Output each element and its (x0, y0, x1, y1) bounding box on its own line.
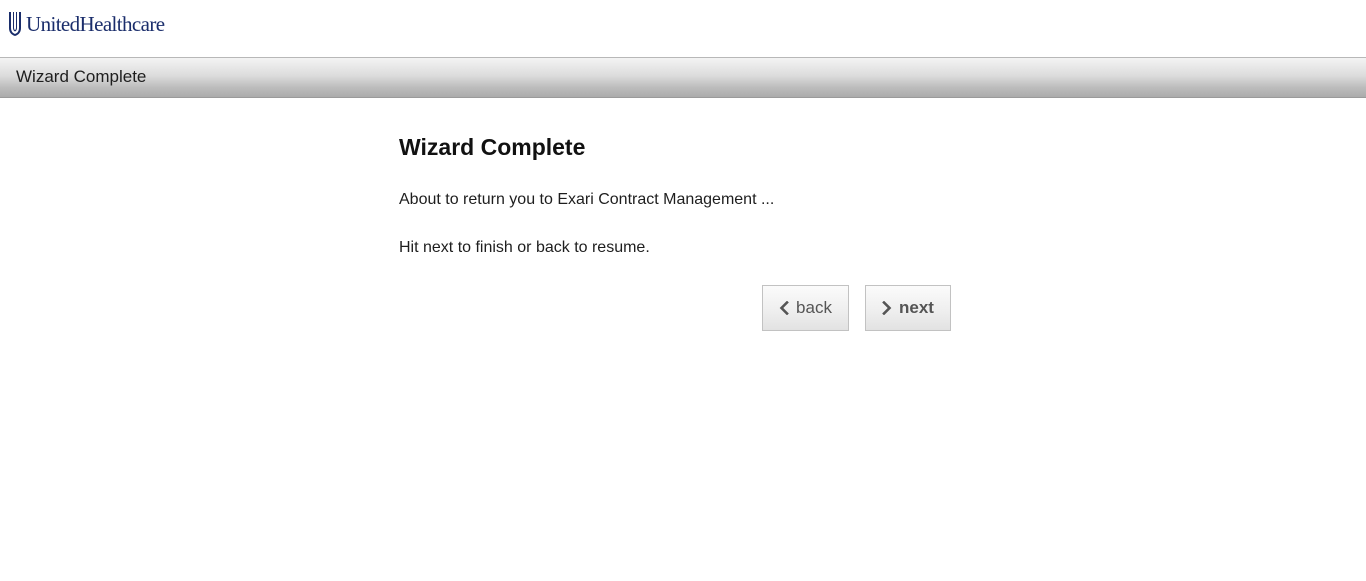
app-header: UnitedHealthcare (0, 0, 1366, 58)
instruction-text: Hit next to finish or back to resume. (399, 239, 650, 256)
title-bar: Wizard Complete (0, 58, 1366, 98)
unitedhealthcare-logo: UnitedHealthcare (8, 10, 165, 38)
chevron-right-icon (882, 301, 892, 315)
return-message: About to return you to Exari Contract Ma… (399, 191, 775, 208)
main-content: Wizard Complete About to return you to E… (399, 130, 959, 256)
logo-text: UnitedHealthcare (26, 12, 165, 36)
page-heading: Wizard Complete (399, 134, 586, 160)
title-bar-text: Wizard Complete (16, 67, 147, 86)
back-button-label: back (796, 298, 832, 317)
back-button[interactable]: back (762, 285, 849, 331)
next-button[interactable]: next (865, 285, 951, 331)
chevron-left-icon (779, 301, 789, 315)
next-button-label: next (899, 298, 934, 317)
shield-logo-icon (9, 12, 21, 36)
